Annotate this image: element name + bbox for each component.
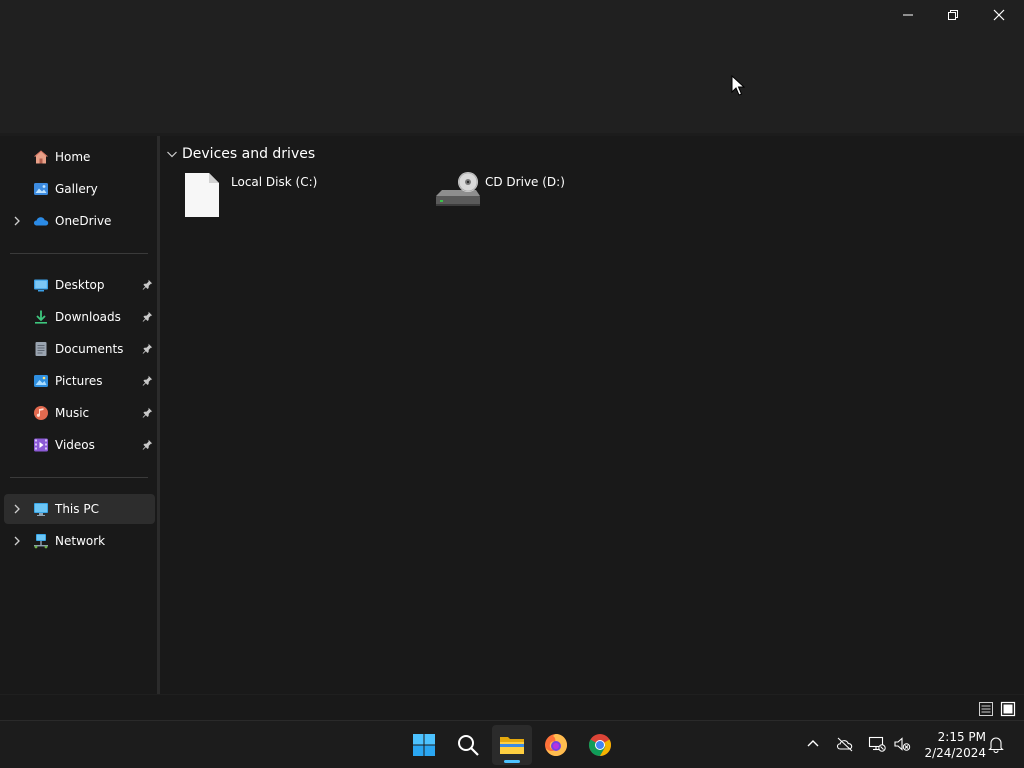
navigation-pane: Home Gallery OneDrive Desktop Downloads …	[0, 136, 158, 694]
drive-item-local-disk-c[interactable]: Local Disk (C:)	[180, 170, 380, 222]
details-view-icon[interactable]	[978, 701, 994, 717]
firefox-taskbar-button[interactable]	[536, 725, 576, 765]
onedrive-cloud-icon	[33, 217, 49, 226]
windows-start-icon	[413, 734, 435, 756]
sidebar-divider	[10, 253, 148, 254]
sidebar-item-label: Videos	[55, 438, 95, 452]
sidebar-item-onedrive[interactable]: OneDrive	[4, 206, 155, 236]
sidebar-item-label: Gallery	[55, 182, 98, 196]
mouse-cursor-icon	[731, 75, 745, 96]
content-area: Devices and drives Local Disk (C:) CD Dr…	[160, 136, 1024, 694]
home-icon	[34, 150, 48, 164]
cd-drive-icon	[436, 172, 480, 206]
file-explorer-taskbar-button[interactable]	[492, 725, 532, 765]
sidebar-item-label: Downloads	[55, 310, 121, 324]
title-bar	[0, 0, 1024, 32]
pin-icon[interactable]	[142, 311, 153, 322]
chevron-up-icon[interactable]	[804, 735, 822, 753]
search-icon	[458, 735, 479, 756]
sidebar-item-gallery[interactable]: Gallery	[4, 174, 155, 204]
drive-label: CD Drive (D:)	[485, 175, 565, 189]
clock-time: 2:15 PM	[937, 730, 986, 744]
onedrive-offline-icon[interactable]	[836, 735, 854, 753]
documents-folder-icon	[35, 342, 47, 356]
group-title: Devices and drives	[182, 146, 316, 162]
firefox-icon	[545, 734, 567, 756]
minimize-icon	[903, 14, 913, 16]
chevron-right-icon[interactable]	[12, 535, 22, 547]
minimize-button[interactable]	[885, 0, 931, 30]
restore-icon	[948, 10, 958, 20]
music-folder-icon	[34, 406, 48, 420]
sidebar-item-desktop[interactable]: Desktop	[4, 270, 155, 300]
pin-icon[interactable]	[142, 407, 153, 418]
sidebar-item-label: OneDrive	[55, 214, 112, 228]
sidebar-item-downloads[interactable]: Downloads	[4, 302, 155, 332]
sidebar-item-label: Pictures	[55, 374, 103, 388]
clock-date: 2/24/2024	[924, 746, 986, 760]
pictures-folder-icon	[34, 375, 48, 387]
search-button[interactable]	[448, 725, 488, 765]
pin-icon[interactable]	[142, 375, 153, 386]
drive-item-cd-drive-d[interactable]: CD Drive (D:)	[434, 170, 634, 222]
sidebar-item-label: Documents	[55, 342, 124, 356]
system-clock[interactable]: 2:15 PM 2/24/2024	[920, 729, 986, 761]
pin-icon[interactable]	[142, 279, 153, 290]
blank-file-icon	[185, 173, 219, 217]
chevron-right-icon[interactable]	[12, 215, 22, 227]
sidebar-item-label: Network	[55, 534, 106, 548]
file-explorer-icon	[500, 737, 524, 754]
group-header-devices-and-drives[interactable]: Devices and drives	[166, 144, 315, 164]
desktop-folder-icon	[34, 279, 48, 292]
sidebar-divider	[10, 477, 148, 478]
taskbar: 2:15 PM 2/24/2024	[0, 720, 1024, 768]
drive-label: Local Disk (C:)	[231, 175, 318, 189]
start-button[interactable]	[404, 725, 444, 765]
chevron-down-icon[interactable]	[166, 148, 178, 160]
pin-icon[interactable]	[142, 343, 153, 354]
close-button[interactable]	[976, 0, 1022, 30]
bell-icon[interactable]	[987, 735, 1005, 753]
restore-button[interactable]	[930, 0, 976, 30]
sidebar-item-music[interactable]: Music	[4, 398, 155, 428]
sidebar-item-label: Home	[55, 150, 91, 164]
pin-icon[interactable]	[142, 439, 153, 450]
chevron-right-icon[interactable]	[12, 503, 22, 515]
sidebar-item-label: Desktop	[55, 278, 105, 292]
volume-muted-icon[interactable]	[893, 735, 911, 753]
large-icons-view-icon[interactable]	[1000, 701, 1016, 717]
network-icon	[34, 534, 48, 549]
status-bar	[0, 694, 1024, 720]
active-app-indicator	[504, 760, 520, 763]
sidebar-item-this-pc[interactable]: This PC	[4, 494, 155, 524]
sidebar-item-documents[interactable]: Documents	[4, 334, 155, 364]
chrome-taskbar-button[interactable]	[580, 725, 620, 765]
this-pc-icon	[34, 503, 48, 516]
command-bar	[0, 32, 1024, 134]
close-icon	[993, 9, 1005, 21]
sidebar-item-videos[interactable]: Videos	[4, 430, 155, 460]
downloads-folder-icon	[35, 310, 47, 324]
videos-folder-icon	[34, 438, 48, 452]
sidebar-item-label: Music	[55, 406, 90, 420]
sidebar-item-network[interactable]: Network	[4, 526, 155, 556]
gallery-icon	[34, 183, 48, 195]
sidebar-item-pictures[interactable]: Pictures	[4, 366, 155, 396]
sidebar-item-label: This PC	[55, 502, 99, 516]
sidebar-item-home[interactable]: Home	[4, 142, 155, 172]
chrome-icon	[589, 734, 611, 756]
network-disconnected-icon[interactable]	[868, 735, 886, 753]
